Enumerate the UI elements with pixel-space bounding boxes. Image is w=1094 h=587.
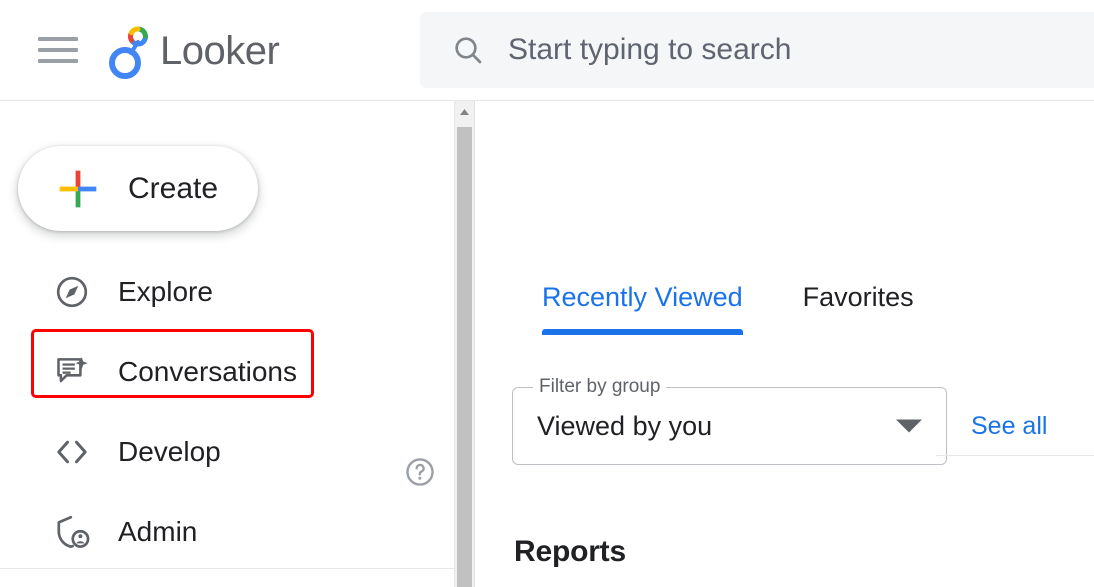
content-divider	[936, 455, 1094, 456]
code-brackets-icon	[57, 440, 87, 464]
compass-icon	[56, 276, 88, 308]
sidebar-item-conversations[interactable]: Conversations	[0, 329, 455, 400]
chevron-down-icon	[896, 419, 922, 433]
tab-label: Recently Viewed	[542, 282, 743, 312]
create-button[interactable]: Create	[18, 146, 258, 231]
tab-label: Favorites	[802, 282, 914, 312]
sidebar-item-label: Conversations	[118, 356, 297, 387]
sidebar-item-develop[interactable]: Develop	[0, 424, 455, 480]
looker-logo[interactable]: Looker	[108, 16, 280, 86]
looker-app-window: Looker Start typing to search Create Exp…	[0, 0, 1094, 587]
help-circle-icon[interactable]	[404, 456, 436, 488]
scroll-up-button[interactable]	[455, 101, 474, 123]
search-placeholder: Start typing to search	[508, 33, 792, 66]
hamburger-bar	[38, 59, 78, 63]
sidebar-item-label: Admin	[118, 516, 198, 547]
see-all-link[interactable]: See all	[971, 412, 1047, 441]
sidebar: Create Explore Conversations Develop Adm…	[0, 101, 455, 587]
looker-logo-icon	[109, 26, 148, 79]
content-tabs: Recently Viewed Favorites	[542, 282, 914, 335]
sidebar-item-label: Explore	[118, 276, 213, 307]
plus-icon	[59, 170, 97, 207]
chat-sparkle-icon	[57, 357, 88, 383]
tab-recently-viewed[interactable]: Recently Viewed	[542, 282, 743, 335]
brand-name: Looker	[160, 29, 280, 73]
sidebar-nav: Explore Conversations Develop Admin	[0, 264, 455, 584]
app-header: Looker Start typing to search	[0, 0, 1094, 101]
filter-by-group-label: Filter by group	[533, 377, 667, 396]
sidebar-divider	[0, 568, 454, 569]
sidebar-item-explore[interactable]: Explore	[0, 264, 455, 320]
sidebar-scrollbar[interactable]	[455, 101, 475, 587]
hamburger-menu-icon[interactable]	[38, 35, 78, 65]
search-input[interactable]: Start typing to search	[420, 12, 1094, 88]
sidebar-item-admin[interactable]: Admin	[0, 504, 455, 560]
hamburger-bar	[38, 48, 78, 52]
reports-section-heading: Reports	[514, 535, 626, 568]
filter-row: Filter by group Viewed by you See all	[512, 377, 1047, 465]
shield-person-icon	[57, 515, 90, 549]
search-icon	[455, 37, 482, 64]
create-button-label: Create	[128, 171, 219, 205]
hamburger-bar	[38, 37, 78, 41]
filter-by-group-value: Viewed by you	[537, 410, 713, 441]
filter-by-group-select[interactable]: Filter by group Viewed by you	[512, 377, 947, 465]
sidebar-item-label: Develop	[118, 436, 221, 467]
chevron-up-icon	[460, 109, 469, 115]
main-content: Recently Viewed Favorites Filter by grou…	[476, 101, 1094, 587]
scrollbar-thumb[interactable]	[457, 127, 472, 587]
tab-favorites[interactable]: Favorites	[803, 282, 914, 335]
